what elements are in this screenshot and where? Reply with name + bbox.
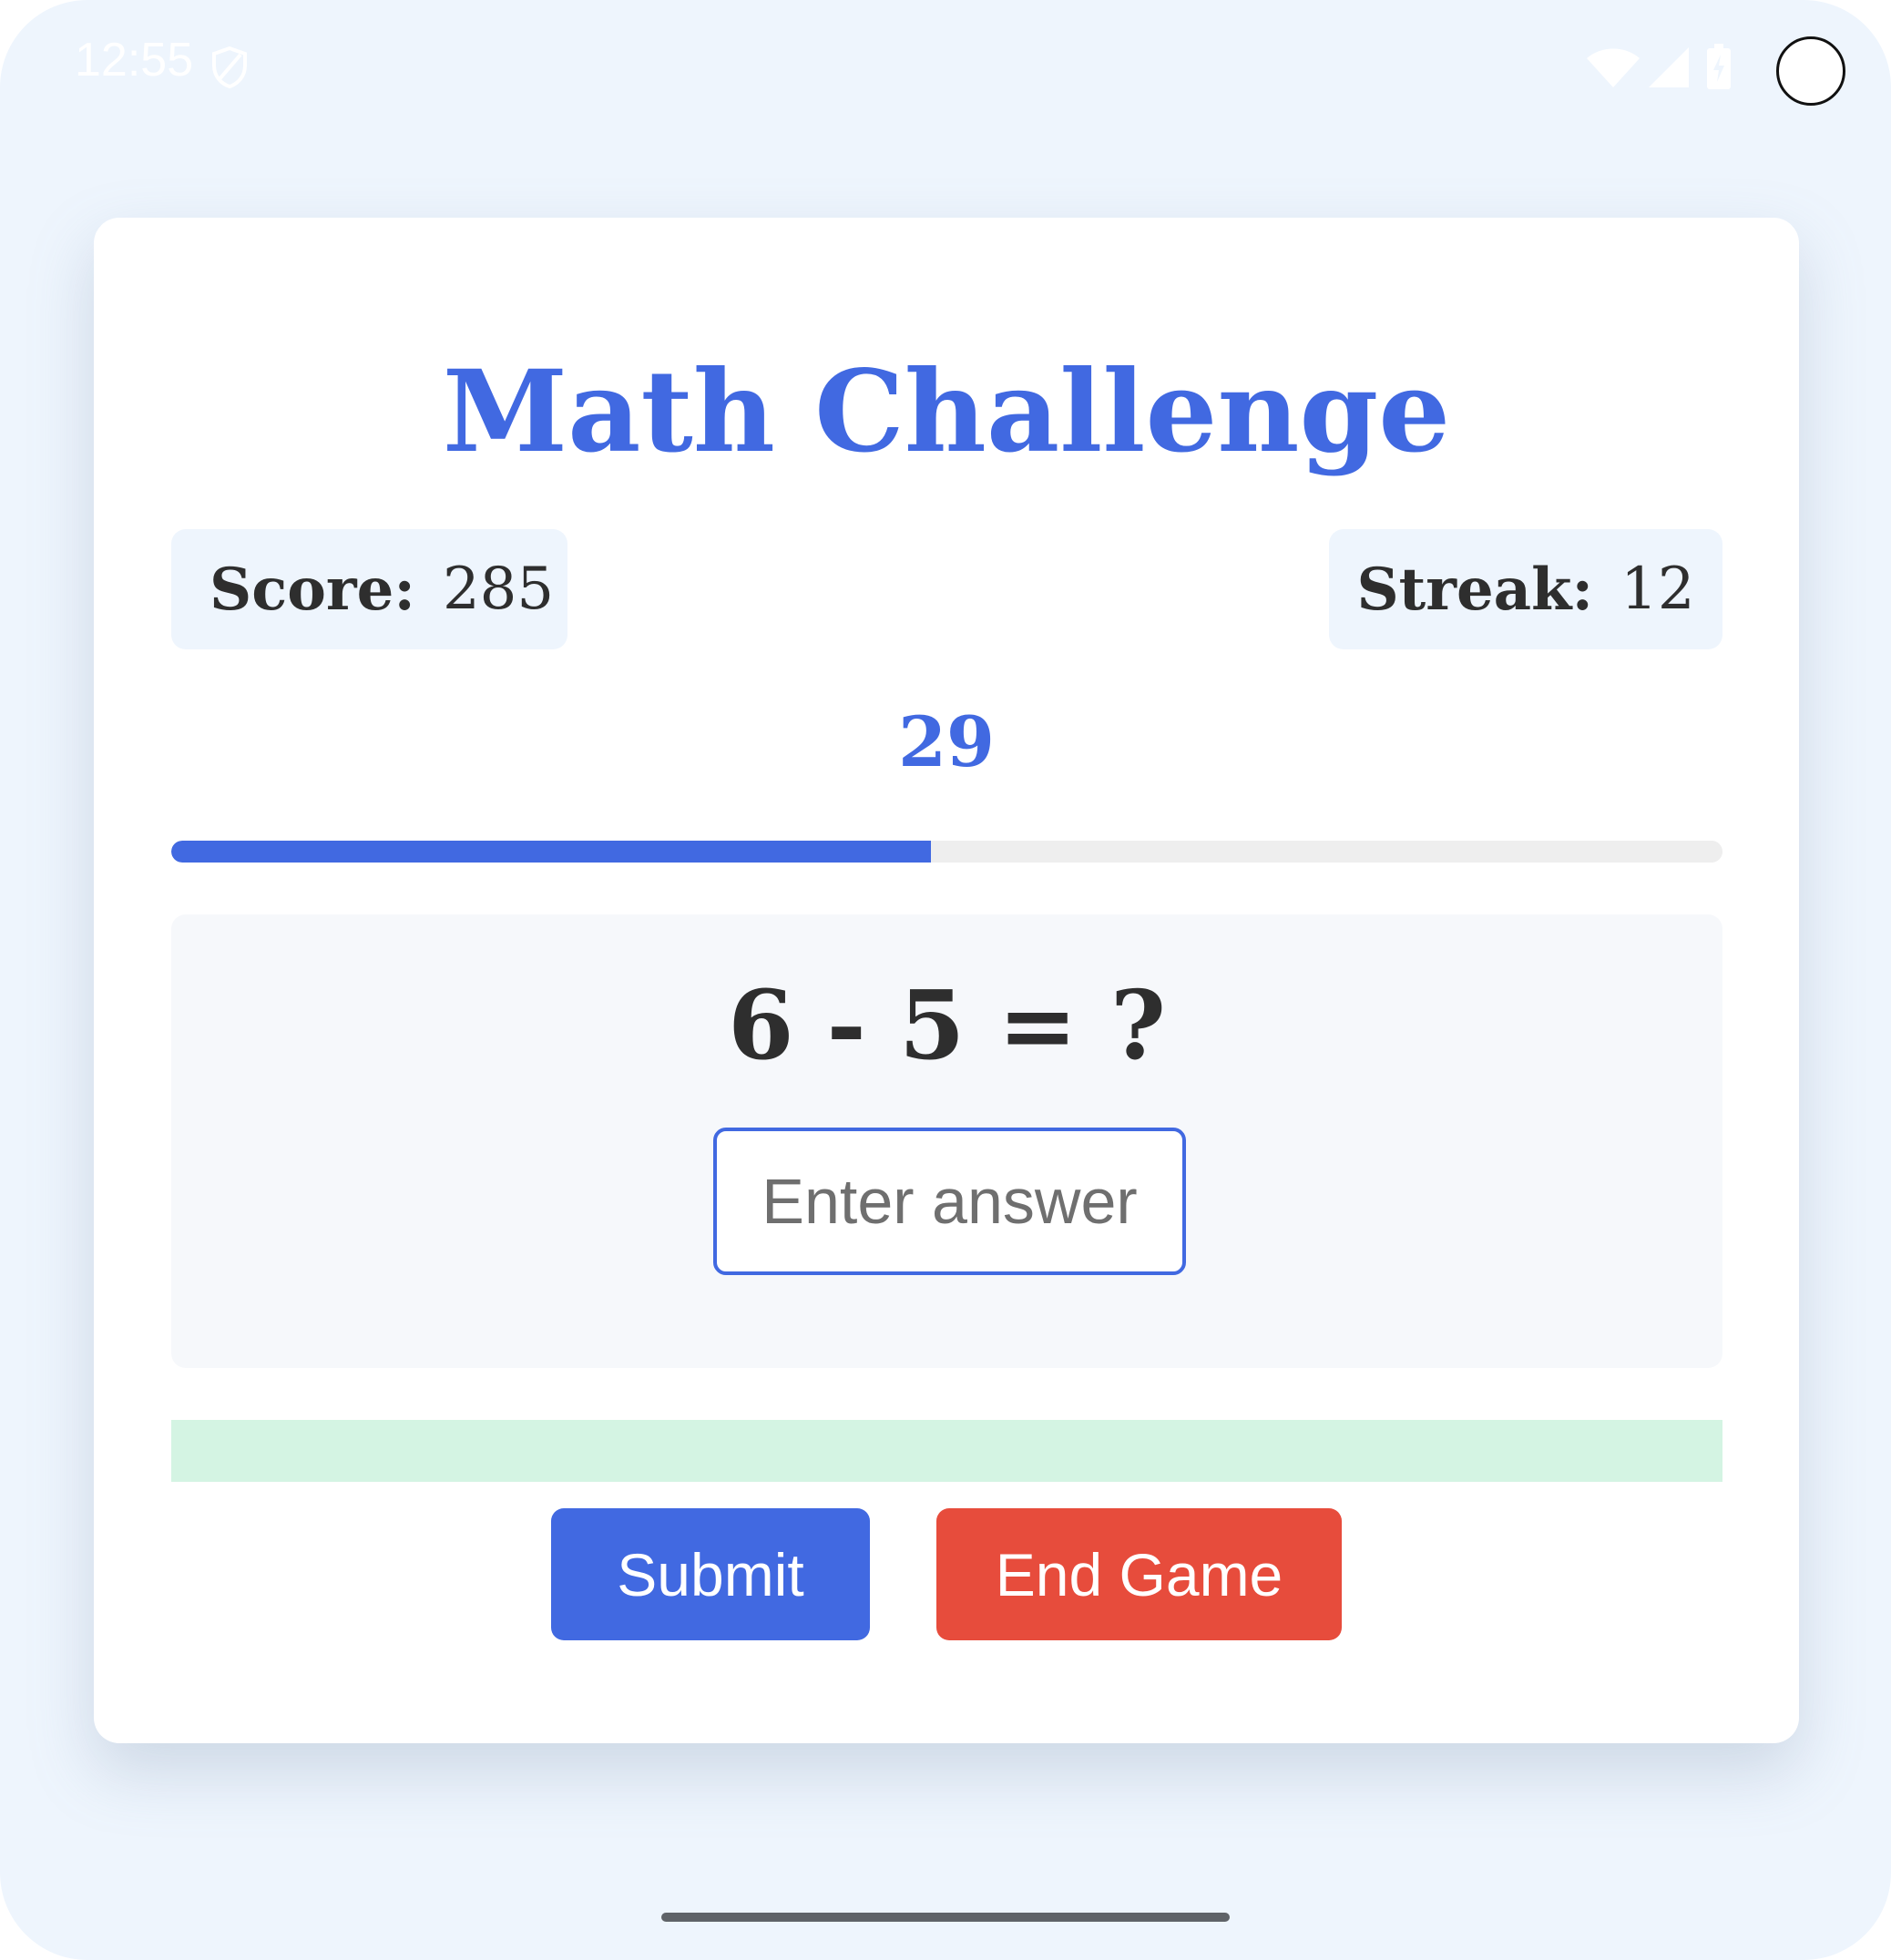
home-indicator[interactable]	[661, 1913, 1230, 1922]
feedback-message	[171, 1420, 1722, 1482]
device-screen: 12:55 Math Challenge Score: 285 Streak: …	[0, 0, 1891, 1960]
timer-countdown: 29	[898, 701, 995, 782]
game-card: Math Challenge Score: 285 Streak: 12 29 …	[94, 218, 1799, 1743]
question-text: 6 - 5 = ?	[728, 969, 1166, 1081]
page-title: Math Challenge	[442, 346, 1451, 478]
status-time: 12:55	[75, 34, 194, 87]
streak-box: Streak: 12	[1329, 529, 1722, 649]
time-progress-fill	[171, 841, 932, 863]
score-label: Score:	[210, 555, 415, 624]
question-panel: 6 - 5 = ?	[171, 914, 1722, 1368]
status-bar: 12:55	[0, 0, 1891, 137]
signal-icon	[1649, 47, 1689, 87]
wifi-icon	[1587, 48, 1640, 87]
submit-button[interactable]: Submit	[551, 1508, 870, 1640]
time-progress-bar	[171, 841, 1722, 863]
answer-input[interactable]	[713, 1128, 1186, 1275]
streak-label: Streak:	[1356, 555, 1594, 624]
camera-cutout	[1776, 36, 1845, 106]
streak-value: 12	[1620, 556, 1695, 623]
end-game-button[interactable]: End Game	[936, 1508, 1342, 1640]
battery-icon	[1707, 44, 1731, 89]
score-box: Score: 285	[171, 529, 567, 649]
shield-icon	[212, 46, 247, 89]
score-value: 285	[442, 556, 555, 623]
